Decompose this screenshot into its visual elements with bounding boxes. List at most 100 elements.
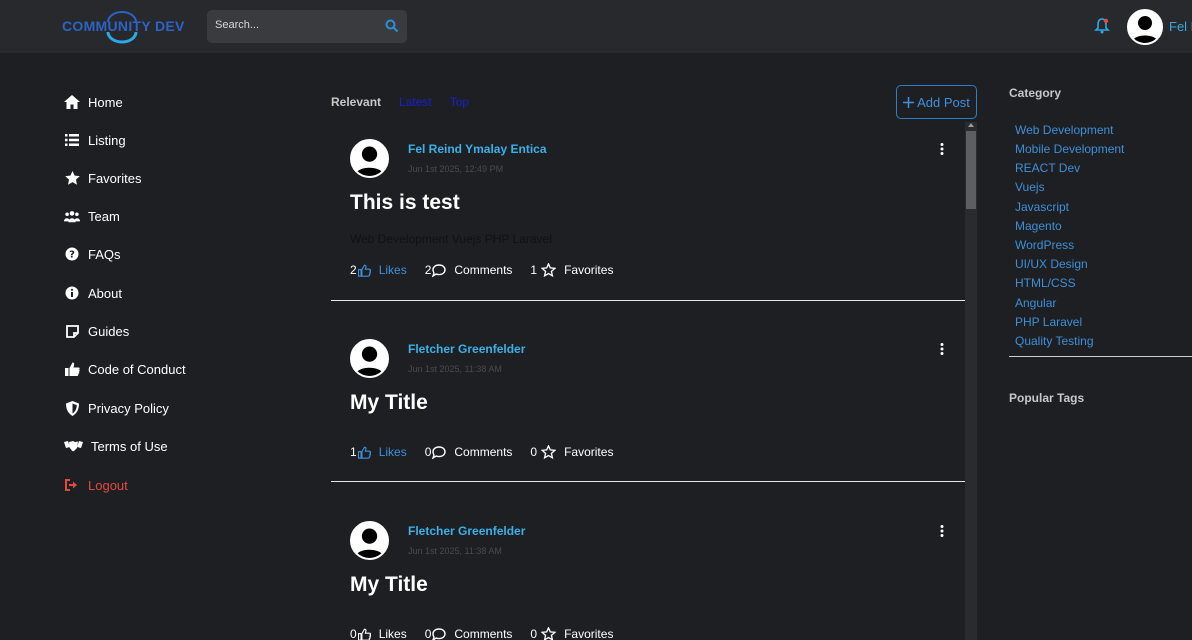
user-avatar[interactable] [1127,9,1163,45]
sidebar-item-listing[interactable]: Listing [64,130,126,150]
post-title[interactable]: This is test [350,191,460,215]
post-date: Jun 1st 2025, 11:38 AM [408,546,502,556]
list-icon [64,132,80,148]
sidebar-item-label: Code of Conduct [88,361,186,377]
sidebar-item-label: Team [88,208,120,224]
likes-stat[interactable]: 2 Likes [350,263,407,277]
notification-bell-icon[interactable] [1094,17,1110,35]
sidebar-item-label: Favorites [88,170,142,186]
scroll-up-arrow-icon[interactable] [968,123,974,127]
likes-stat[interactable]: 1 Likes [350,445,407,459]
post-stats: 1 Likes 0 Comments 0 Favorites [350,445,631,459]
comment-icon [432,627,447,640]
favorites-stat[interactable]: 0 Favorites [530,445,613,459]
favorites-count: 0 [530,445,538,459]
avatar-person-icon [352,341,387,376]
logo[interactable]: COMMUNITY DEV [60,8,190,44]
like-icon [357,264,371,277]
search-icon[interactable] [385,19,399,33]
sidebar-item-favorites[interactable]: Favorites [64,168,141,188]
post-title[interactable]: My Title [350,573,428,597]
sidebar-item-about[interactable]: About [64,283,122,303]
scrollbar-thumb[interactable] [966,131,976,209]
category-link[interactable]: REACT Dev [1015,161,1080,175]
category-link[interactable]: WordPress [1015,238,1074,252]
favorites-stat[interactable]: 1 Favorites [530,263,613,277]
category-link[interactable]: Angular [1015,296,1056,310]
category-link[interactable]: Web Development [1015,123,1114,137]
users-icon [64,208,80,224]
star-icon [64,170,80,186]
likes-count: 1 [350,445,357,459]
question-icon: ? [64,246,80,262]
feed-tabs: Relevant Latest Top [331,95,487,109]
category-link[interactable]: HTML/CSS [1015,276,1076,290]
author-avatar[interactable] [350,339,389,378]
sidebar-item-guides[interactable]: Guides [64,321,129,341]
sidebar-item-faqs[interactable]: ? FAQs [64,244,121,264]
author-avatar[interactable] [350,521,389,560]
post-title[interactable]: My Title [350,391,428,415]
avatar-person-icon [1129,11,1161,43]
sidebar-item-privacy-policy[interactable]: Privacy Policy [64,398,169,418]
sidebar-item-label: Terms of Use [91,438,168,454]
sidebar-item-terms-of-use[interactable]: Terms of Use [64,436,168,456]
sidebar-item-label: Guides [88,323,130,339]
sidebar-item-code-of-conduct[interactable]: Code of Conduct [64,359,186,379]
note-icon [64,323,80,339]
comments-stat[interactable]: 2 Comments [425,263,513,277]
likes-stat[interactable]: 0 Likes [350,627,407,640]
post-author[interactable]: Fletcher Greenfelder [408,524,525,538]
more-options-icon[interactable] [939,525,945,537]
favorites-count: 0 [530,627,538,640]
author-avatar[interactable] [350,139,389,178]
category-link[interactable]: PHP Laravel [1015,315,1082,329]
sidebar-item-label: FAQs [88,246,121,262]
more-options-icon[interactable] [939,143,945,155]
like-icon [357,446,371,459]
star-outline-icon [541,445,557,459]
sidebar-item-team[interactable]: Team [64,206,120,226]
favorites-label: Favorites [564,263,614,277]
comments-count: 2 [424,263,432,277]
star-outline-icon [541,263,557,277]
tab-latest[interactable]: Latest [399,95,432,109]
category-link[interactable]: Vuejs [1015,180,1045,194]
post-author[interactable]: Fel Reind Ymalay Entica [408,142,547,156]
comments-label: Comments [454,627,513,640]
search-input[interactable] [215,19,375,31]
comments-count: 0 [424,445,432,459]
post-author[interactable]: Fletcher Greenfelder [408,342,525,356]
sidebar-item-home[interactable]: Home [64,92,123,112]
shield-icon [64,400,80,416]
category-link[interactable]: Mobile Development [1015,142,1124,156]
more-options-icon[interactable] [939,343,945,355]
category-link[interactable]: UI/UX Design [1015,257,1088,271]
comments-count: 0 [424,627,432,640]
post-stats: 0 Likes 0 Comments 0 Favorites [350,627,631,640]
avatar-person-icon [352,141,387,176]
favorites-stat[interactable]: 0 Favorites [530,627,613,640]
post-divider [331,300,965,301]
plus-icon [903,96,915,108]
info-icon [64,285,80,301]
logo-text: COMMUNITY DEV [62,18,185,34]
category-link[interactable]: Quality Testing [1015,334,1094,348]
feed-scrollbar[interactable] [965,122,977,640]
add-post-button[interactable]: Add Post [896,85,977,119]
comments-stat[interactable]: 0 Comments [425,445,513,459]
tab-relevant[interactable]: Relevant [331,95,381,109]
favorites-label: Favorites [564,445,614,459]
user-name[interactable]: Fel R [1169,19,1192,34]
sidebar-item-logout[interactable]: Logout [64,475,128,495]
comments-stat[interactable]: 0 Comments [424,627,513,640]
svg-text:?: ? [69,250,75,261]
category-link[interactable]: Magento [1015,219,1062,233]
comments-label: Comments [454,263,513,277]
search-box[interactable] [207,10,407,43]
post-tags: Web Development Vuejs PHP Laravel [350,232,552,246]
likes-count: 2 [350,263,357,277]
category-link[interactable]: Javascript [1015,200,1069,214]
category-heading: Category [1009,86,1062,100]
tab-top[interactable]: Top [450,95,469,109]
